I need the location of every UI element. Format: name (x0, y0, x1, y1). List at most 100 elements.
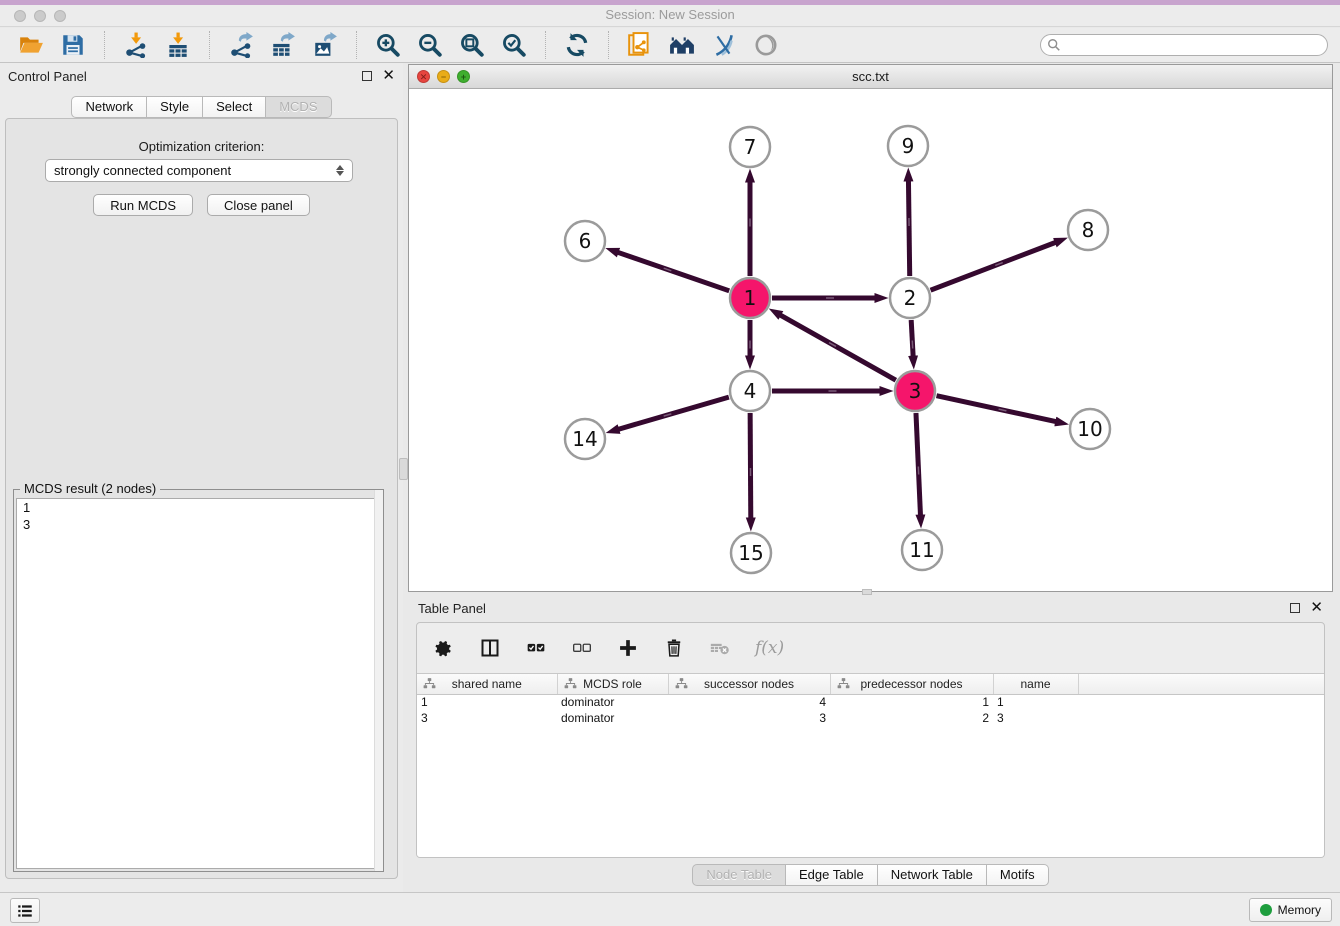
refresh-icon[interactable] (562, 30, 592, 60)
delete-column-icon[interactable] (663, 637, 685, 659)
memory-button[interactable]: Memory (1249, 898, 1332, 922)
tab-motifs[interactable]: Motifs (987, 864, 1049, 886)
graph-node-8[interactable]: 8 (1068, 210, 1108, 250)
zoom-out-icon[interactable] (415, 30, 445, 60)
tab-edge-table[interactable]: Edge Table (786, 864, 878, 886)
graph-edge-3-10[interactable] (936, 396, 1055, 422)
table-row[interactable]: 3dominator323 (417, 710, 1324, 726)
close-panel-icon[interactable]: ✕ (382, 71, 395, 81)
mcds-result-title: MCDS result (2 nodes) (20, 481, 160, 496)
graph-edge-3-1[interactable] (780, 315, 895, 380)
main-toolbar (0, 28, 1340, 63)
session-title: Session: New Session (0, 7, 1340, 22)
export-image-icon[interactable] (310, 30, 340, 60)
graph-edge-2-3[interactable] (911, 320, 913, 356)
memory-status-icon (1260, 904, 1272, 916)
network-canvas[interactable]: 7 9 6 8 1 2 4 3 14 10 15 11 (409, 89, 1332, 591)
vertical-splitter-grip[interactable] (399, 458, 408, 480)
svg-text:15: 15 (738, 541, 763, 565)
search-box (1040, 34, 1328, 56)
graph-edge-2-8[interactable] (931, 242, 1056, 290)
column-header-name[interactable]: name (993, 674, 1078, 694)
function-builder-icon[interactable]: f(x) (755, 638, 784, 658)
graph-node-6[interactable]: 6 (565, 221, 605, 261)
svg-text:1: 1 (744, 286, 757, 310)
show-columns-icon[interactable] (479, 637, 501, 659)
graph-node-2[interactable]: 2 (890, 278, 930, 318)
close-panel-button[interactable]: Close panel (207, 194, 310, 216)
graph-node-14[interactable]: 14 (565, 419, 605, 459)
graph-edge-4-15[interactable] (750, 413, 751, 518)
tab-style[interactable]: Style (147, 96, 203, 118)
svg-text:11: 11 (909, 538, 934, 562)
graph-node-9[interactable]: 9 (888, 126, 928, 166)
graph-node-11[interactable]: 11 (902, 530, 942, 570)
search-input[interactable] (1040, 34, 1328, 56)
open-session-icon[interactable] (16, 30, 46, 60)
tab-network-table[interactable]: Network Table (878, 864, 987, 886)
accent-strip (0, 0, 1340, 5)
column-header-shared-name[interactable]: shared name (417, 674, 557, 694)
svg-text:10: 10 (1077, 417, 1102, 441)
graph-node-4[interactable]: 4 (730, 371, 770, 411)
home-icon[interactable] (667, 30, 697, 60)
export-network-icon[interactable] (226, 30, 256, 60)
tab-mcds[interactable]: MCDS (266, 96, 331, 118)
new-network-from-selection-icon[interactable] (625, 30, 655, 60)
float-table-panel-icon[interactable] (1290, 603, 1300, 613)
graph-node-3[interactable]: 3 (895, 371, 935, 411)
save-session-icon[interactable] (58, 30, 88, 60)
criterion-select[interactable]: strongly connected component (45, 159, 353, 182)
control-panel-title: Control Panel (8, 69, 362, 84)
import-network-icon[interactable] (121, 30, 151, 60)
table-row[interactable]: 1dominator411 (417, 694, 1324, 710)
import-table-icon[interactable] (163, 30, 193, 60)
zoom-selected-icon[interactable] (499, 30, 529, 60)
tab-node-table[interactable]: Node Table (692, 864, 786, 886)
select-all-icon[interactable] (525, 637, 547, 659)
add-column-icon[interactable] (617, 637, 639, 659)
network-view-window: ✕ − + scc.txt 7 9 6 8 1 2 4 3 14 10 15 11 (408, 64, 1333, 592)
settings-gear-icon[interactable] (433, 637, 455, 659)
graph-edge-1-6[interactable] (618, 252, 729, 290)
graph-node-10[interactable]: 10 (1070, 409, 1110, 449)
svg-text:14: 14 (572, 427, 597, 451)
task-history-button[interactable] (10, 898, 40, 923)
table-toolbar: f(x) (417, 623, 1324, 673)
criterion-selected-value: strongly connected component (54, 163, 336, 178)
show-graphics-details-icon[interactable] (751, 30, 781, 60)
column-header-MCDS-role[interactable]: MCDS role (557, 674, 668, 694)
zoom-fit-icon[interactable] (457, 30, 487, 60)
float-panel-icon[interactable] (362, 71, 372, 81)
graph-node-15[interactable]: 15 (731, 533, 771, 573)
graph-edge-2-9[interactable] (908, 181, 909, 276)
graph-node-1[interactable]: 1 (730, 278, 770, 318)
table-panel-title: Table Panel (418, 601, 1290, 616)
network-window-titlebar[interactable]: ✕ − + scc.txt (409, 65, 1332, 89)
graph-edge-4-14[interactable] (619, 397, 729, 429)
run-mcds-button[interactable]: Run MCDS (93, 194, 193, 216)
toolbar-separator (104, 31, 105, 59)
horizontal-splitter-grip[interactable] (862, 589, 872, 595)
column-header-successor-nodes[interactable]: successor nodes (668, 674, 830, 694)
select-stepper-icon (336, 165, 344, 176)
result-scrollbar[interactable] (374, 490, 383, 871)
mcds-result-list[interactable]: 13 (16, 498, 381, 869)
tab-network[interactable]: Network (71, 96, 147, 118)
deselect-all-icon[interactable] (571, 637, 593, 659)
close-table-panel-icon[interactable]: ✕ (1310, 603, 1323, 613)
graph-node-7[interactable]: 7 (730, 127, 770, 167)
column-header-predecessor-nodes[interactable]: predecessor nodes (830, 674, 993, 694)
hide-graphics-details-icon[interactable] (709, 30, 739, 60)
tab-select[interactable]: Select (203, 96, 266, 118)
node-table: shared nameMCDS rolesuccessor nodesprede… (417, 673, 1324, 857)
export-table-icon[interactable] (268, 30, 298, 60)
svg-text:4: 4 (744, 379, 757, 403)
delete-table-icon[interactable] (709, 637, 731, 659)
toolbar-separator (209, 31, 210, 59)
svg-text:8: 8 (1082, 218, 1095, 242)
svg-text:2: 2 (904, 286, 917, 310)
app-titlebar: Session: New Session (0, 0, 1340, 27)
graph-edge-3-11[interactable] (916, 413, 920, 515)
zoom-in-icon[interactable] (373, 30, 403, 60)
